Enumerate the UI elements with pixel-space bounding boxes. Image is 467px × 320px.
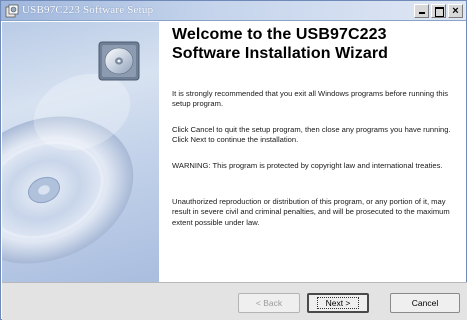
cancel-button[interactable]: Cancel (390, 293, 460, 313)
legal-text: Unauthorized reproduction or distributio… (172, 197, 450, 227)
next-button[interactable]: Next > (307, 293, 369, 313)
page-title: Welcome to the USB97C223 Software Instal… (172, 25, 462, 63)
window-controls: × (414, 4, 463, 18)
warning-text: WARNING: This program is protected by co… (172, 161, 443, 170)
title-bar[interactable]: USB97C223 Software Setup × (1, 1, 466, 21)
page-title-line1: Welcome to the USB97C223 (172, 26, 387, 43)
wizard-content: Welcome to the USB97C223 Software Instal… (172, 25, 462, 227)
recommendation-text: It is strongly recommended that you exit… (172, 89, 449, 109)
next-button-label: Next > (316, 297, 360, 309)
page-title-line2: Software Installation Wizard (172, 45, 389, 62)
wizard-sidebar-graphic (2, 22, 159, 282)
cd-disc-icon (98, 41, 140, 81)
minimize-icon[interactable] (414, 4, 429, 18)
window-title: USB97C223 Software Setup (22, 4, 154, 16)
cd-disc-illustration (2, 73, 134, 264)
wizard-footer: < Back Next > Cancel (2, 282, 467, 320)
back-button[interactable]: < Back (238, 293, 300, 313)
setup-window: USB97C223 Software Setup × Welcome to th… (0, 0, 467, 320)
setup-app-icon[interactable] (5, 4, 19, 18)
instructions-text: Click Cancel to quit the setup program, … (172, 125, 451, 145)
maximize-icon[interactable] (431, 4, 446, 18)
close-icon[interactable]: × (448, 4, 463, 18)
